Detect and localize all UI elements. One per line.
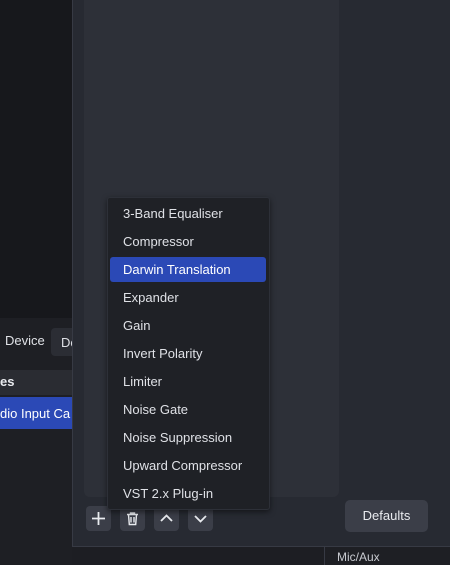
menu-item-label: Noise Suppression [123,430,233,445]
defaults-button[interactable]: Defaults [345,500,428,532]
sources-header: es [0,370,72,395]
add-filter-menu: 3-Band Equaliser Compressor Darwin Trans… [107,197,270,510]
menu-item-label: Upward Compressor [123,458,243,473]
menu-item-label: Limiter [123,374,163,389]
menu-item-3-band-equaliser[interactable]: 3-Band Equaliser [110,201,266,226]
device-label: Device [5,333,45,348]
chevron-down-icon [194,515,207,523]
trash-icon [127,512,138,526]
menu-item-darwin-translation[interactable]: Darwin Translation [110,257,266,282]
menu-item-label: Darwin Translation [123,262,231,277]
sources-header-label: es [0,374,15,389]
menu-item-label: Expander [123,290,179,305]
menu-item-label: Invert Polarity [123,346,203,361]
menu-item-label: Noise Gate [123,402,189,417]
source-list-item-selected[interactable]: dio Input Ca [0,397,72,429]
menu-item-label: Gain [123,318,151,333]
chevron-up-icon [160,514,173,522]
menu-item-expander[interactable]: Expander [110,285,266,310]
menu-item-noise-suppression[interactable]: Noise Suppression [110,425,266,450]
menu-item-vst-plugin[interactable]: VST 2.x Plug-in [110,481,266,506]
add-filter-button[interactable] [86,506,111,531]
menu-item-label: Compressor [123,234,194,249]
source-item-label: dio Input Ca [0,406,71,421]
menu-item-upward-compressor[interactable]: Upward Compressor [110,453,266,478]
plus-icon [92,512,105,525]
preview-area [0,0,72,318]
mixer-channel-label: Mic/Aux [337,550,380,564]
menu-item-compressor[interactable]: Compressor [110,229,266,254]
menu-item-noise-gate[interactable]: Noise Gate [110,397,266,422]
audio-mixer-panel: Mic/Aux [324,546,450,565]
menu-item-gain[interactable]: Gain [110,313,266,338]
menu-item-label: VST 2.x Plug-in [123,486,214,501]
menu-item-invert-polarity[interactable]: Invert Polarity [110,341,266,366]
menu-item-limiter[interactable]: Limiter [110,369,266,394]
menu-item-label: 3-Band Equaliser [123,206,223,221]
